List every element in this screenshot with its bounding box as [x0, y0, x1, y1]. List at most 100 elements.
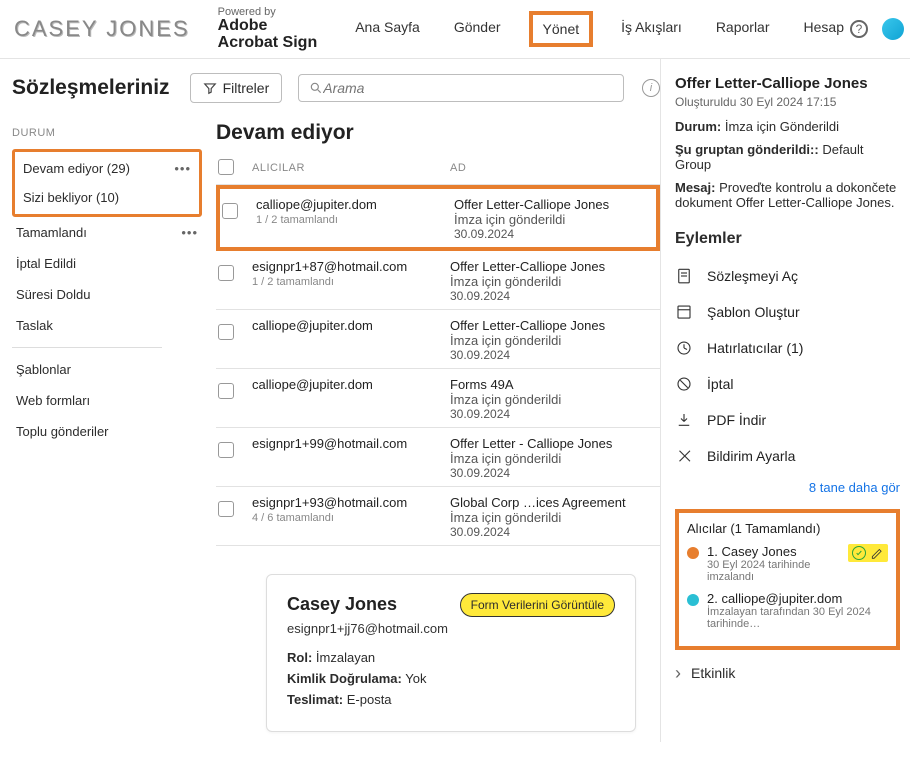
chevron-right-icon [675, 664, 681, 682]
delivery-label: Teslimat: [287, 692, 343, 707]
sidebar-item-completed[interactable]: Tamamlandı ••• [12, 217, 202, 248]
row-status: İmza için gönderildi [450, 451, 658, 466]
status-dot-icon [687, 594, 699, 606]
row-checkbox[interactable] [218, 442, 234, 458]
action-pdf[interactable]: PDF İndir [675, 402, 900, 438]
brand-wrap: Powered by Adobe Acrobat Sign [218, 6, 318, 52]
right-panel: Offer Letter-Calliope Jones Oluşturuldu … [660, 59, 910, 742]
activity-toggle[interactable]: Etkinlik [675, 664, 900, 682]
brand-adobe: Adobe [218, 17, 268, 34]
filters-button[interactable]: Filtreler [190, 73, 283, 103]
select-all-checkbox[interactable] [218, 159, 234, 175]
row-status: İmza için gönderildi [450, 274, 658, 289]
card-auth: Kimlik Doğrulama: Yok [287, 671, 615, 686]
sidebar-item-label: Taslak [16, 318, 53, 333]
recipient-info: 2. calliope@jupiter.dom İmzalayan tarafı… [707, 591, 888, 630]
table-row[interactable]: esignpr1+93@hotmail.com 4 / 6 tamamlandı… [216, 487, 660, 546]
recipient-info: 1. Casey Jones 30 Eyl 2024 tarihinde imz… [707, 544, 840, 583]
table-row[interactable]: calliope@jupiter.dom Offer Letter-Callio… [216, 310, 660, 369]
rp-created: Oluşturuldu 30 Eyl 2024 17:15 [675, 95, 900, 109]
search-wrap[interactable] [298, 74, 624, 102]
action-open[interactable]: Sözleşmeyi Aç [675, 258, 900, 294]
brand-acrobat: Acrobat Sign [218, 34, 318, 51]
title-row: Sözleşmeleriniz Filtreler i [12, 73, 660, 103]
auth-label: Kimlik Doğrulama: [287, 671, 402, 686]
avatar[interactable] [882, 18, 904, 40]
recipient-row-1[interactable]: 1. Casey Jones 30 Eyl 2024 tarihinde imz… [687, 544, 888, 583]
sidebar-item-in-progress[interactable]: Devam ediyor (29) ••• [17, 154, 197, 183]
row-checkbox[interactable] [222, 203, 238, 219]
nav-workflows[interactable]: İş Akışları [615, 11, 688, 47]
divider [12, 347, 162, 348]
cancel-icon [675, 375, 693, 393]
recipient-status: 30 Eyl 2024 tarihinde imzalandı [707, 559, 840, 583]
logo: CASEY JONES [14, 16, 190, 42]
sidebar-item-label: Devam ediyor (29) [23, 161, 130, 176]
card-role: Rol: İmzalayan [287, 650, 615, 665]
recipient-name: 1. Casey Jones [707, 544, 840, 559]
row-status: İmza için gönderildi [454, 212, 654, 227]
row-checkbox[interactable] [218, 324, 234, 340]
left-inner: DURUM Devam ediyor (29) ••• Sizi bekliyo… [12, 109, 660, 742]
recipient-row-2[interactable]: 2. calliope@jupiter.dom İmzalayan tarafı… [687, 591, 888, 630]
sign-icon [870, 546, 884, 560]
search-icon [309, 81, 323, 95]
sidebar-item-label: Toplu gönderiler [16, 424, 109, 439]
action-notify[interactable]: Bildirim Ayarla [675, 438, 900, 474]
row-checkbox[interactable] [218, 501, 234, 517]
info-icon[interactable]: i [642, 79, 660, 97]
table-row[interactable]: esignpr1+87@hotmail.com 1 / 2 tamamlandı… [216, 251, 660, 310]
row-date: 30.09.2024 [450, 407, 658, 421]
nav-manage[interactable]: Yönet [529, 11, 594, 47]
action-template[interactable]: Şablon Oluştur [675, 294, 900, 330]
sidebar-item-label: Sizi bekliyor (10) [23, 190, 119, 205]
action-cancel[interactable]: İptal [675, 366, 900, 402]
sidebar-item-bulk[interactable]: Toplu gönderiler [12, 416, 202, 447]
filter-icon [203, 81, 217, 95]
help-icon[interactable]: ? [850, 20, 868, 38]
row-title: Forms 49A [450, 377, 658, 392]
row-date: 30.09.2024 [450, 466, 658, 480]
more-actions-link[interactable]: 8 tane daha gör [675, 480, 900, 495]
sidebar-item-webforms[interactable]: Web formları [12, 385, 202, 416]
clock-icon [675, 339, 693, 357]
delivery-value: E-posta [347, 692, 392, 707]
sidebar-item-waiting-you[interactable]: Sizi bekliyor (10) [17, 183, 197, 212]
sidebar-item-draft[interactable]: Taslak [12, 310, 202, 341]
sidebar-item-expired[interactable]: Süresi Doldu [12, 279, 202, 310]
table-row[interactable]: calliope@jupiter.dom 1 / 2 tamamlandı Of… [216, 185, 660, 251]
sidebar-item-cancelled[interactable]: İptal Edildi [12, 248, 202, 279]
action-reminders[interactable]: Hatırlatıcılar (1) [675, 330, 900, 366]
document-icon [675, 267, 693, 285]
rp-status-row: Durum: İmza için Gönderildi [675, 119, 900, 134]
rp-group-label: Şu gruptan gönderildi:: [675, 142, 819, 157]
more-icon[interactable]: ••• [181, 225, 198, 240]
sidebar-item-templates[interactable]: Şablonlar [12, 354, 202, 385]
table-row[interactable]: calliope@jupiter.dom Forms 49A İmza için… [216, 369, 660, 428]
action-label: İptal [707, 376, 733, 392]
view-form-data-button[interactable]: Form Verilerini Görüntüle [460, 593, 615, 617]
row-date: 30.09.2024 [450, 289, 658, 303]
nav-reports[interactable]: Raporlar [710, 11, 776, 47]
row-recipient: esignpr1+87@hotmail.com [252, 259, 450, 274]
rp-message-row: Mesaj: Proveďte kontrolu a dokončete dok… [675, 180, 900, 210]
more-icon[interactable]: ••• [174, 161, 191, 176]
row-date: 30.09.2024 [450, 348, 658, 362]
nav-account[interactable]: Hesap [798, 11, 850, 47]
nav-send[interactable]: Gönder [448, 11, 507, 47]
row-recipient: esignpr1+93@hotmail.com [252, 495, 450, 510]
row-date: 30.09.2024 [454, 227, 654, 241]
col-name[interactable]: AD [450, 162, 660, 174]
row-checkbox[interactable] [218, 383, 234, 399]
search-input[interactable] [323, 80, 613, 96]
col-recipients[interactable]: ALICILAR [252, 162, 450, 174]
recipients-heading: Alıcılar (1 Tamamlandı) [687, 521, 888, 536]
row-recipient: calliope@jupiter.dom [252, 318, 450, 333]
recipient-name: 2. calliope@jupiter.dom [707, 591, 888, 606]
row-recipient: calliope@jupiter.dom [256, 197, 454, 212]
table-row[interactable]: esignpr1+99@hotmail.com Offer Letter - C… [216, 428, 660, 487]
sidebar-item-label: İptal Edildi [16, 256, 76, 271]
row-checkbox[interactable] [218, 265, 234, 281]
nav-home[interactable]: Ana Sayfa [349, 11, 426, 47]
top-bar: CASEY JONES Powered by Adobe Acrobat Sig… [0, 0, 910, 59]
